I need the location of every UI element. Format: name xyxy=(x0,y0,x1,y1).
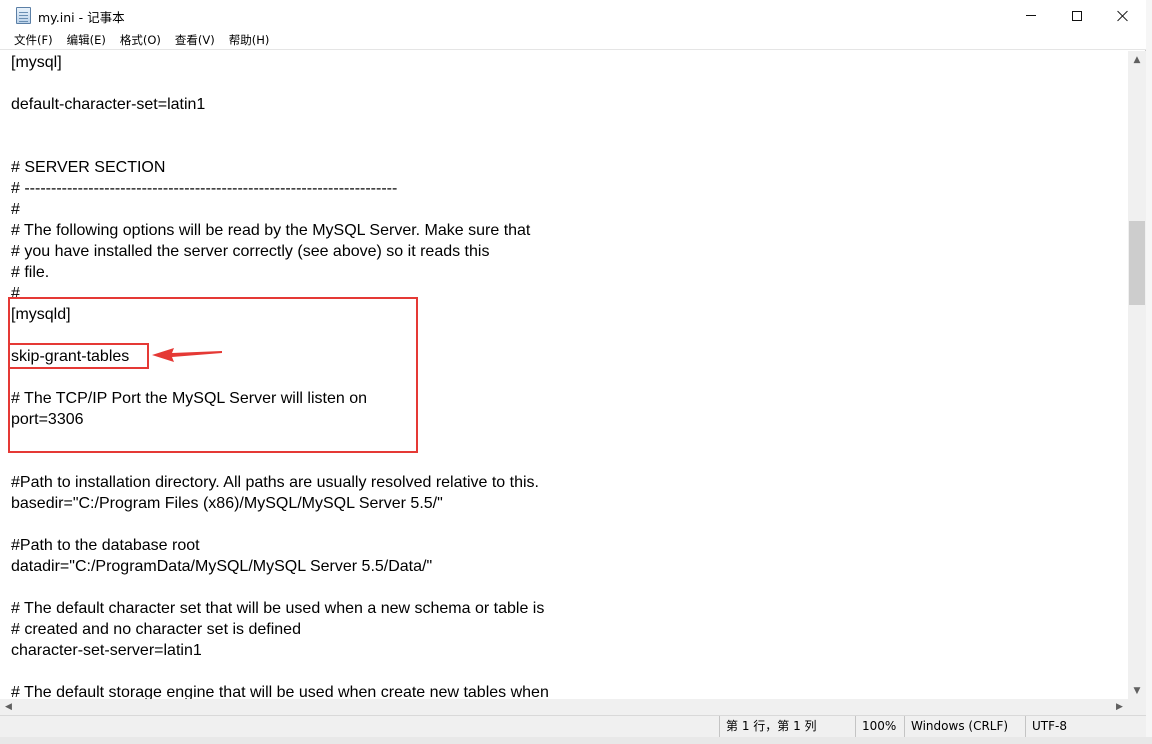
scroll-right-icon[interactable]: ▶ xyxy=(1111,699,1128,715)
menu-bar: 文件(F) 编辑(E) 格式(O) 查看(V) 帮助(H) xyxy=(0,31,1146,50)
editor-line: basedir="C:/Program Files (x86)/MySQL/My… xyxy=(11,495,443,512)
background-window-edge xyxy=(1146,0,1152,744)
editor-line: # The following options will be read by … xyxy=(11,222,531,239)
editor-line: # you have installed the server correctl… xyxy=(11,243,490,260)
editor-line: character-set-server=latin1 xyxy=(11,642,202,659)
vertical-scroll-thumb[interactable] xyxy=(1129,221,1145,305)
text-editor[interactable]: # The default storage engine that will b… xyxy=(0,51,1128,715)
menu-help[interactable]: 帮助(H) xyxy=(222,31,277,49)
editor-line: # xyxy=(11,201,20,218)
vertical-scrollbar[interactable]: ▲ ▼ xyxy=(1128,51,1146,699)
editor-line: # The default character set that will be… xyxy=(11,600,545,617)
scroll-left-icon[interactable]: ◀ xyxy=(0,699,17,715)
menu-format[interactable]: 格式(O) xyxy=(113,31,168,49)
background-taskbar-edge xyxy=(0,737,1152,744)
status-cursor-position: 第 1 行，第 1 列 xyxy=(719,716,855,737)
scroll-corner xyxy=(1128,699,1146,715)
notepad-icon xyxy=(16,7,31,24)
title-bar[interactable]: my.ini - 记事本 xyxy=(0,0,1146,31)
editor-line: default-character-set=latin1 xyxy=(11,96,206,113)
menu-view[interactable]: 查看(V) xyxy=(168,31,222,49)
red-arrow-icon xyxy=(152,348,222,362)
editor-line: #Path to the database root xyxy=(11,537,200,554)
scroll-down-icon[interactable]: ▼ xyxy=(1128,682,1146,699)
menu-edit[interactable]: 编辑(E) xyxy=(60,31,113,49)
status-encoding: UTF-8 xyxy=(1025,716,1146,737)
editor-line: # created and no character set is define… xyxy=(11,621,301,638)
scroll-up-icon[interactable]: ▲ xyxy=(1128,51,1146,68)
highlight-box-mysqld-section xyxy=(8,297,418,453)
editor-line: # file. xyxy=(11,264,50,281)
close-icon xyxy=(1117,10,1129,22)
editor-line: # --------------------------------------… xyxy=(11,180,398,197)
minimize-icon xyxy=(1026,15,1036,16)
status-zoom: 100% xyxy=(855,716,904,737)
status-line-ending: Windows (CRLF) xyxy=(904,716,1025,737)
maximize-icon xyxy=(1072,10,1082,21)
maximize-button[interactable] xyxy=(1054,0,1100,31)
editor-line: [mysql] xyxy=(11,54,62,71)
notepad-window: my.ini - 记事本 文件(F) 编辑(E) 格式(O) 查看(V) 帮助(… xyxy=(0,0,1146,744)
minimize-button[interactable] xyxy=(1008,0,1054,31)
window-title: my.ini - 记事本 xyxy=(38,10,125,25)
editor-line: #Path to installation directory. All pat… xyxy=(11,474,539,491)
editor-line: datadir="C:/ProgramData/MySQL/MySQL Serv… xyxy=(11,558,433,575)
horizontal-scrollbar[interactable]: ◀ ▶ xyxy=(0,699,1128,715)
close-button[interactable] xyxy=(1100,0,1146,31)
status-bar: 第 1 行，第 1 列 100% Windows (CRLF) UTF-8 xyxy=(0,715,1146,737)
menu-file[interactable]: 文件(F) xyxy=(7,31,60,49)
editor-line: # SERVER SECTION xyxy=(11,159,166,176)
highlight-box-skip-grant-tables xyxy=(8,343,149,369)
